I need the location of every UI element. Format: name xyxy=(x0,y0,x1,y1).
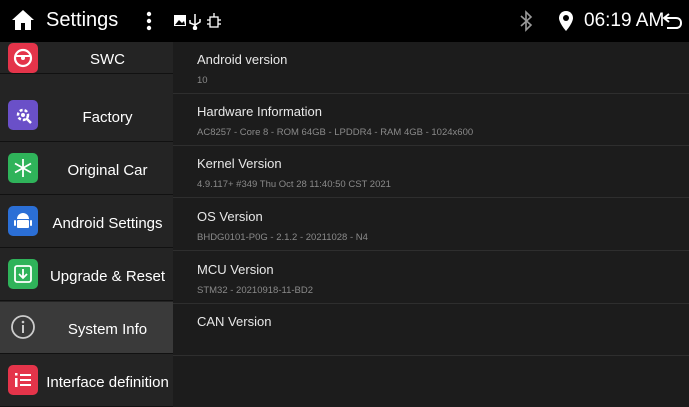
sidebar-item-system-info[interactable]: System Info xyxy=(0,302,173,354)
sidebar-item-original-car[interactable]: Original Car xyxy=(0,143,173,195)
info-label: Hardware Information xyxy=(197,104,322,119)
back-icon[interactable] xyxy=(661,10,683,32)
info-label: OS Version xyxy=(197,209,263,224)
info-row-android-version: Android version 10 xyxy=(173,42,689,94)
android-icon xyxy=(8,206,38,236)
info-value: STM32 - 20210918-11-BD2 xyxy=(197,285,313,296)
more-vert-icon[interactable] xyxy=(146,11,152,31)
sidebar-item-factory[interactable]: Factory xyxy=(0,90,173,142)
info-value: 10 xyxy=(197,75,208,86)
info-label: Kernel Version xyxy=(197,156,282,171)
info-row-mcu: MCU Version STM32 - 20210918-11-BD2 xyxy=(173,252,689,304)
bluetooth-icon xyxy=(520,10,533,32)
sidebar: SWC Factory Original Car Android Setting… xyxy=(0,42,173,407)
usb-icon xyxy=(189,14,201,30)
info-value: AC8257 - Core 8 - ROM 64GB - LPDDR4 - RA… xyxy=(197,127,474,138)
info-row-hardware: Hardware Information AC8257 - Core 8 - R… xyxy=(173,94,689,146)
page-title: Settings xyxy=(46,9,119,31)
info-label: CAN Version xyxy=(197,314,272,329)
gear-icon xyxy=(8,100,38,130)
sidebar-item-label: SWC xyxy=(90,51,125,68)
clock: 06:19 AM xyxy=(584,10,665,31)
image-icon xyxy=(174,15,186,26)
sidebar-item-android-settings[interactable]: Android Settings xyxy=(0,196,173,248)
status-bar: Settings 06:19 AM xyxy=(0,0,689,42)
location-icon xyxy=(559,11,573,31)
info-label: MCU Version xyxy=(197,262,274,277)
sidebar-item-label: Original Car xyxy=(67,162,148,179)
info-row-os: OS Version BHDG0101-P0G - 2.1.2 - 202110… xyxy=(173,199,689,251)
download-icon xyxy=(8,259,38,289)
notification-icons xyxy=(174,13,221,30)
usb-debug-icon xyxy=(207,13,221,28)
home-icon[interactable] xyxy=(11,9,35,31)
sidebar-item-label: Interface definition xyxy=(46,374,169,391)
info-value: 4.9.117+ #349 Thu Oct 28 11:40:50 CST 20… xyxy=(197,179,391,190)
sidebar-item-upgrade-reset[interactable]: Upgrade & Reset xyxy=(0,249,173,301)
snowflake-icon xyxy=(8,153,38,183)
sidebar-item-swc[interactable]: SWC xyxy=(0,42,173,74)
info-row-can: CAN Version xyxy=(173,304,689,356)
steering-wheel-icon xyxy=(8,43,38,73)
info-value: BHDG0101-P0G - 2.1.2 - 20211028 - N4 xyxy=(197,232,368,243)
info-label: Android version xyxy=(197,52,288,67)
list-icon xyxy=(8,365,38,395)
sidebar-item-label: Factory xyxy=(82,109,133,126)
info-row-kernel: Kernel Version 4.9.117+ #349 Thu Oct 28 … xyxy=(173,146,689,198)
system-info-panel: Android version 10 Hardware Information … xyxy=(173,42,689,407)
sidebar-item-label: Android Settings xyxy=(52,215,163,232)
sidebar-item-label: Upgrade & Reset xyxy=(49,268,166,285)
info-icon xyxy=(8,312,38,342)
sidebar-item-interface-definition[interactable]: Interface definition xyxy=(0,355,173,407)
sidebar-item-label: System Info xyxy=(67,321,148,338)
